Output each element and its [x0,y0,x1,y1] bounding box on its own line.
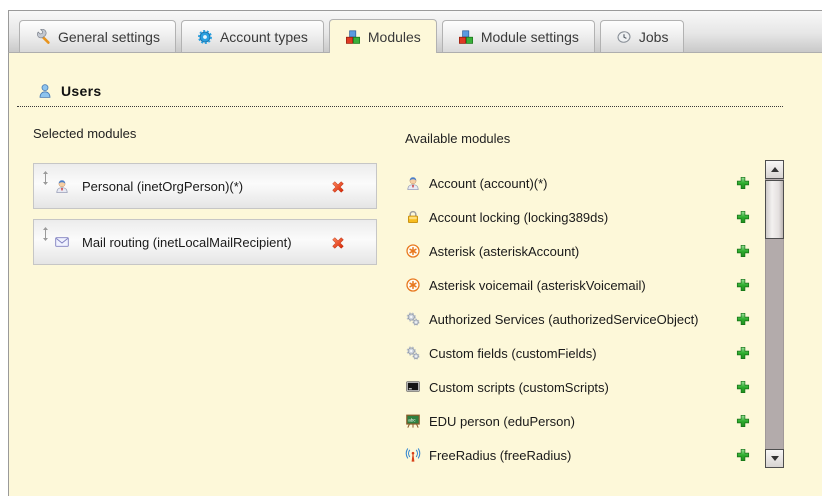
mail-icon [54,234,70,250]
user-icon [54,178,70,194]
selected-modules-label: Selected modules [33,126,136,141]
modules-icon [345,29,361,45]
tab-modules[interactable]: Modules [329,19,437,53]
scrollbar-thumb[interactable] [765,180,784,239]
available-module-row: Account locking (locking389ds) [405,200,755,234]
available-module-row: FreeRadius (freeRadius) [405,438,755,472]
wrench-icon [35,29,51,45]
add-module-button[interactable] [735,243,751,264]
asterisk-icon [405,243,421,259]
available-module-row: abc EDU person (eduPerson) [405,404,755,438]
tab-label: Account types [220,29,308,45]
add-plus-icon [735,379,751,395]
add-module-button[interactable] [735,447,751,468]
drag-vertical-icon [41,226,50,242]
add-plus-icon [735,447,751,463]
tab-account-types[interactable]: Account types [181,20,324,52]
tab-label: General settings [58,29,160,45]
add-plus-icon [735,209,751,225]
lock-icon [405,209,421,225]
selected-modules-list: Personal (inetOrgPerson)(*) Mail routing … [33,163,377,275]
remove-module-button[interactable] [330,235,346,256]
users-section-header: Users [17,83,783,107]
module-name: Custom scripts (customScripts) [429,380,609,395]
tab-module-settings[interactable]: Module settings [442,20,595,52]
module-name: Personal (inetOrgPerson)(*) [82,179,243,194]
add-module-button[interactable] [735,311,751,332]
add-plus-icon [735,243,751,259]
add-module-button[interactable] [735,413,751,434]
scrollbar-up-button[interactable] [765,160,784,179]
gears-icon [405,311,421,327]
add-plus-icon [735,311,751,327]
user-icon [405,175,421,191]
drag-vertical-icon [41,170,50,186]
module-name: Custom fields (customFields) [429,346,597,361]
module-name: Mail routing (inetLocalMailRecipient) [82,235,292,250]
chalkboard-icon: abc [405,413,421,429]
add-module-button[interactable] [735,175,751,196]
section-title: Users [61,83,101,99]
add-module-button[interactable] [735,209,751,230]
person-blue-icon [37,83,53,99]
gear-badge-icon [197,29,213,45]
available-module-row: Account (account)(*) [405,166,755,200]
radio-antenna-icon [405,447,421,463]
add-plus-icon [735,345,751,361]
triangle-up-icon [771,167,779,172]
add-plus-icon [735,413,751,429]
add-module-button[interactable] [735,277,751,298]
tab-strip: General settings Account types Modules Modu… [8,10,822,53]
modules-icon [458,29,474,45]
module-name: FreeRadius (freeRadius) [429,448,571,463]
available-module-row: Custom fields (customFields) [405,336,755,370]
asterisk-icon [405,277,421,293]
available-module-row: Asterisk voicemail (asteriskVoicemail) [405,268,755,302]
delete-cross-icon [330,179,346,195]
module-name: EDU person (eduPerson) [429,414,575,429]
available-modules-list: Account (account)(*) Account locking (loc… [405,166,755,472]
module-name: Authorized Services (authorizedServiceOb… [429,312,699,327]
selected-module-card: Personal (inetOrgPerson)(*) [33,163,377,209]
tab-general-settings[interactable]: General settings [19,20,176,52]
scrollbar-down-button[interactable] [765,449,784,468]
module-name: Asterisk (asteriskAccount) [429,244,579,259]
triangle-down-icon [771,456,779,461]
add-plus-icon [735,175,751,191]
selected-module-card: Mail routing (inetLocalMailRecipient) [33,219,377,265]
page: { "tabs": [ {"label": "General settings"… [0,0,822,496]
available-module-row: Custom scripts (customScripts) [405,370,755,404]
tab-jobs[interactable]: Jobs [600,20,685,52]
tab-label: Module settings [481,29,579,45]
remove-module-button[interactable] [330,179,346,200]
module-name: Account locking (locking389ds) [429,210,608,225]
add-module-button[interactable] [735,345,751,366]
available-modules-label: Available modules [405,131,510,146]
tab-label: Modules [368,29,421,45]
delete-cross-icon [330,235,346,251]
drag-handle[interactable] [41,226,50,247]
available-module-row: Authorized Services (authorizedServiceOb… [405,302,755,336]
available-module-row: Asterisk (asteriskAccount) [405,234,755,268]
available-modules-scrollbar[interactable] [765,160,784,468]
module-name: Account (account)(*) [429,176,548,191]
tab-list: General settings Account types Modules Modu… [9,11,822,52]
terminal-icon [405,379,421,395]
add-module-button[interactable] [735,379,751,400]
gears-icon [405,345,421,361]
module-name: Asterisk voicemail (asteriskVoicemail) [429,278,646,293]
add-plus-icon [735,277,751,293]
clock-icon [616,29,632,45]
svg-text:abc: abc [408,417,416,422]
tab-label: Jobs [639,29,669,45]
drag-handle[interactable] [41,170,50,191]
